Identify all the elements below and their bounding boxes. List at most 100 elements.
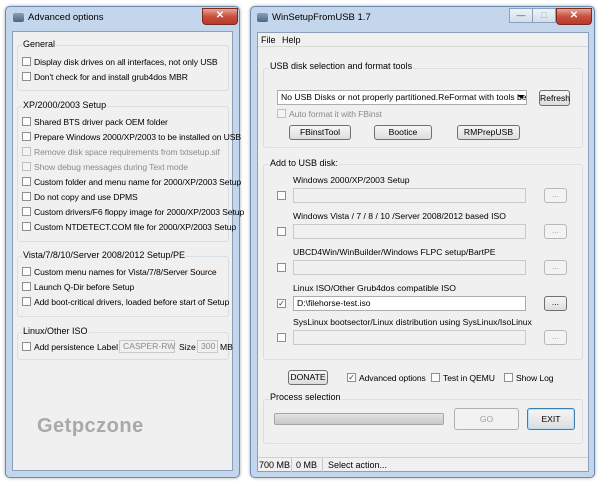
main-window-title: WinSetupFromUSB 1.7 xyxy=(272,12,371,23)
checkbox-box[interactable] xyxy=(22,132,31,141)
checkbox-label: Custom folder and menu name for 2000/XP/… xyxy=(34,177,242,187)
source-label: Windows Vista / 7 / 8 / 10 /Server 2008/… xyxy=(293,211,506,221)
advanced-options-window: Advanced options ✕ General Display disk … xyxy=(5,6,244,478)
advanced-window-title: Advanced options xyxy=(28,12,104,23)
checkbox-label: Custom drivers/F6 floppy image for 2000/… xyxy=(34,207,245,217)
rmprepusb-label: RMPrepUSB xyxy=(463,127,514,137)
source-label: UBCD4Win/WinBuilder/Windows FLPC setup/B… xyxy=(293,247,496,257)
checkbox-label: Prepare Windows 2000/XP/2003 to be insta… xyxy=(34,132,242,142)
minimize-icon: — xyxy=(516,10,526,20)
checkbox-label: Test in QEMU xyxy=(443,373,495,383)
checkbox-label: Do not copy and use DPMS xyxy=(34,192,138,202)
checkbox-label: Advanced options xyxy=(359,373,426,383)
checkmark-icon: ✓ xyxy=(278,299,285,308)
persistence-size-caption: Size xyxy=(179,342,196,352)
checkbox-box[interactable] xyxy=(22,342,31,351)
checkbox-box[interactable] xyxy=(22,192,31,201)
chevron-down-icon xyxy=(518,95,524,99)
refresh-button[interactable]: Refresh xyxy=(539,90,570,106)
main-client-area: File Help USB disk selection and format … xyxy=(257,32,589,472)
browse-button: ... xyxy=(544,260,567,275)
checkbox-box[interactable] xyxy=(504,373,513,382)
checkbox-box[interactable] xyxy=(22,282,31,291)
checkbox-box[interactable]: ✓ xyxy=(347,373,356,382)
source-label: Windows 2000/XP/2003 Setup xyxy=(293,175,410,185)
source-path-input xyxy=(293,260,526,275)
checkbox-label: Show Log xyxy=(516,373,554,383)
source-label: SysLinux bootsector/Linux distribution u… xyxy=(293,317,532,327)
checkbox-box[interactable] xyxy=(431,373,440,382)
general-group-label: General xyxy=(22,39,57,49)
checkbox-box[interactable] xyxy=(22,267,31,276)
browse-button: ... xyxy=(544,330,567,345)
fbinsttool-button[interactable]: FBinstTool xyxy=(289,125,351,140)
checkbox-box[interactable] xyxy=(22,222,31,231)
source-checkbox[interactable] xyxy=(277,333,286,342)
checkbox-label: Custom menu names for Vista/7/8/Server S… xyxy=(34,267,217,277)
checkbox-label: Show debug messages during Text mode xyxy=(34,162,188,172)
source-checkbox[interactable] xyxy=(277,227,286,236)
checkbox-box xyxy=(22,147,31,156)
general-group xyxy=(17,45,229,91)
close-button[interactable]: ✕ xyxy=(202,8,238,25)
go-button: GO xyxy=(454,408,519,430)
rmprepusb-button[interactable]: RMPrepUSB xyxy=(457,125,520,140)
source-path-input[interactable]: D:\filehorse-test.iso xyxy=(293,296,526,311)
checkbox-box[interactable] xyxy=(22,177,31,186)
close-icon: ✕ xyxy=(569,10,579,21)
watermark-text: Getpczone xyxy=(37,415,144,437)
exit-label: EXIT xyxy=(541,414,561,424)
persistence-size-unit: MB xyxy=(220,342,233,352)
source-checkbox[interactable] xyxy=(277,191,286,200)
minimize-button[interactable]: — xyxy=(509,8,533,23)
status-total-size: 700 MB xyxy=(259,460,291,470)
main-titlebar[interactable]: WinSetupFromUSB 1.7 — □ ✕ xyxy=(251,7,594,29)
checkbox-box xyxy=(277,109,286,118)
go-label: GO xyxy=(479,414,494,424)
menu-file[interactable]: File xyxy=(261,34,276,46)
checkbox-box[interactable] xyxy=(22,57,31,66)
refresh-button-label: Refresh xyxy=(540,93,571,103)
browse-button[interactable]: ... xyxy=(544,296,567,311)
checkbox-box[interactable] xyxy=(22,297,31,306)
checkbox-label: Display disk drives on all interfaces, n… xyxy=(34,57,218,67)
close-button[interactable]: ✕ xyxy=(556,8,592,25)
checkbox-box xyxy=(22,162,31,171)
fbinsttool-label: FBinstTool xyxy=(299,127,341,137)
vista-group-label: Vista/7/8/10/Server 2008/2012 Setup/PE xyxy=(22,250,186,260)
persistence-size-input: 300 xyxy=(197,340,218,353)
source-checkbox[interactable] xyxy=(277,263,286,272)
progress-bar xyxy=(274,413,444,425)
usb-disk-select-value: No USB Disks or not properly partitioned… xyxy=(281,92,527,102)
close-icon: ✕ xyxy=(215,10,225,21)
bootice-label: Bootice xyxy=(388,127,418,137)
advanced-titlebar[interactable]: Advanced options ✕ xyxy=(6,7,239,29)
checkbox-label: Remove disk space requirements from txts… xyxy=(34,147,220,157)
source-path-input xyxy=(293,330,526,345)
app-icon xyxy=(13,13,24,22)
checkbox-box[interactable] xyxy=(22,207,31,216)
donate-label: DONATE xyxy=(290,372,326,382)
browse-button: ... xyxy=(544,188,567,203)
linux-group-label: Linux/Other ISO xyxy=(22,326,89,336)
xp-group-label: XP/2000/2003 Setup xyxy=(22,100,108,110)
status-used-size: 0 MB xyxy=(296,460,318,470)
status-divider xyxy=(291,458,292,472)
checkbox-label: Shared BTS driver pack OEM folder xyxy=(34,117,168,127)
browse-button: ... xyxy=(544,224,567,239)
checkbox-box[interactable] xyxy=(22,117,31,126)
usb-disk-select[interactable]: No USB Disks or not properly partitioned… xyxy=(277,90,527,105)
checkbox-label: Don't check for and install grub4dos MBR xyxy=(34,72,188,82)
donate-button[interactable]: DONATE xyxy=(288,370,328,385)
menu-help[interactable]: Help xyxy=(282,34,301,46)
process-selection-label: Process selection xyxy=(269,392,342,402)
checkbox-box[interactable] xyxy=(22,72,31,81)
bootice-button[interactable]: Bootice xyxy=(374,125,432,140)
app-icon xyxy=(257,13,268,22)
checkbox-label: Custom NTDETECT.COM file for 2000/XP/200… xyxy=(34,222,237,232)
exit-button[interactable]: EXIT xyxy=(527,408,575,430)
usb-selection-label: USB disk selection and format tools xyxy=(269,61,414,71)
checkbox-label: Add boot-critical drivers, loaded before… xyxy=(34,297,230,307)
checkbox-label: Launch Q-Dir before Setup xyxy=(34,282,135,292)
source-checkbox[interactable]: ✓ xyxy=(277,299,286,308)
